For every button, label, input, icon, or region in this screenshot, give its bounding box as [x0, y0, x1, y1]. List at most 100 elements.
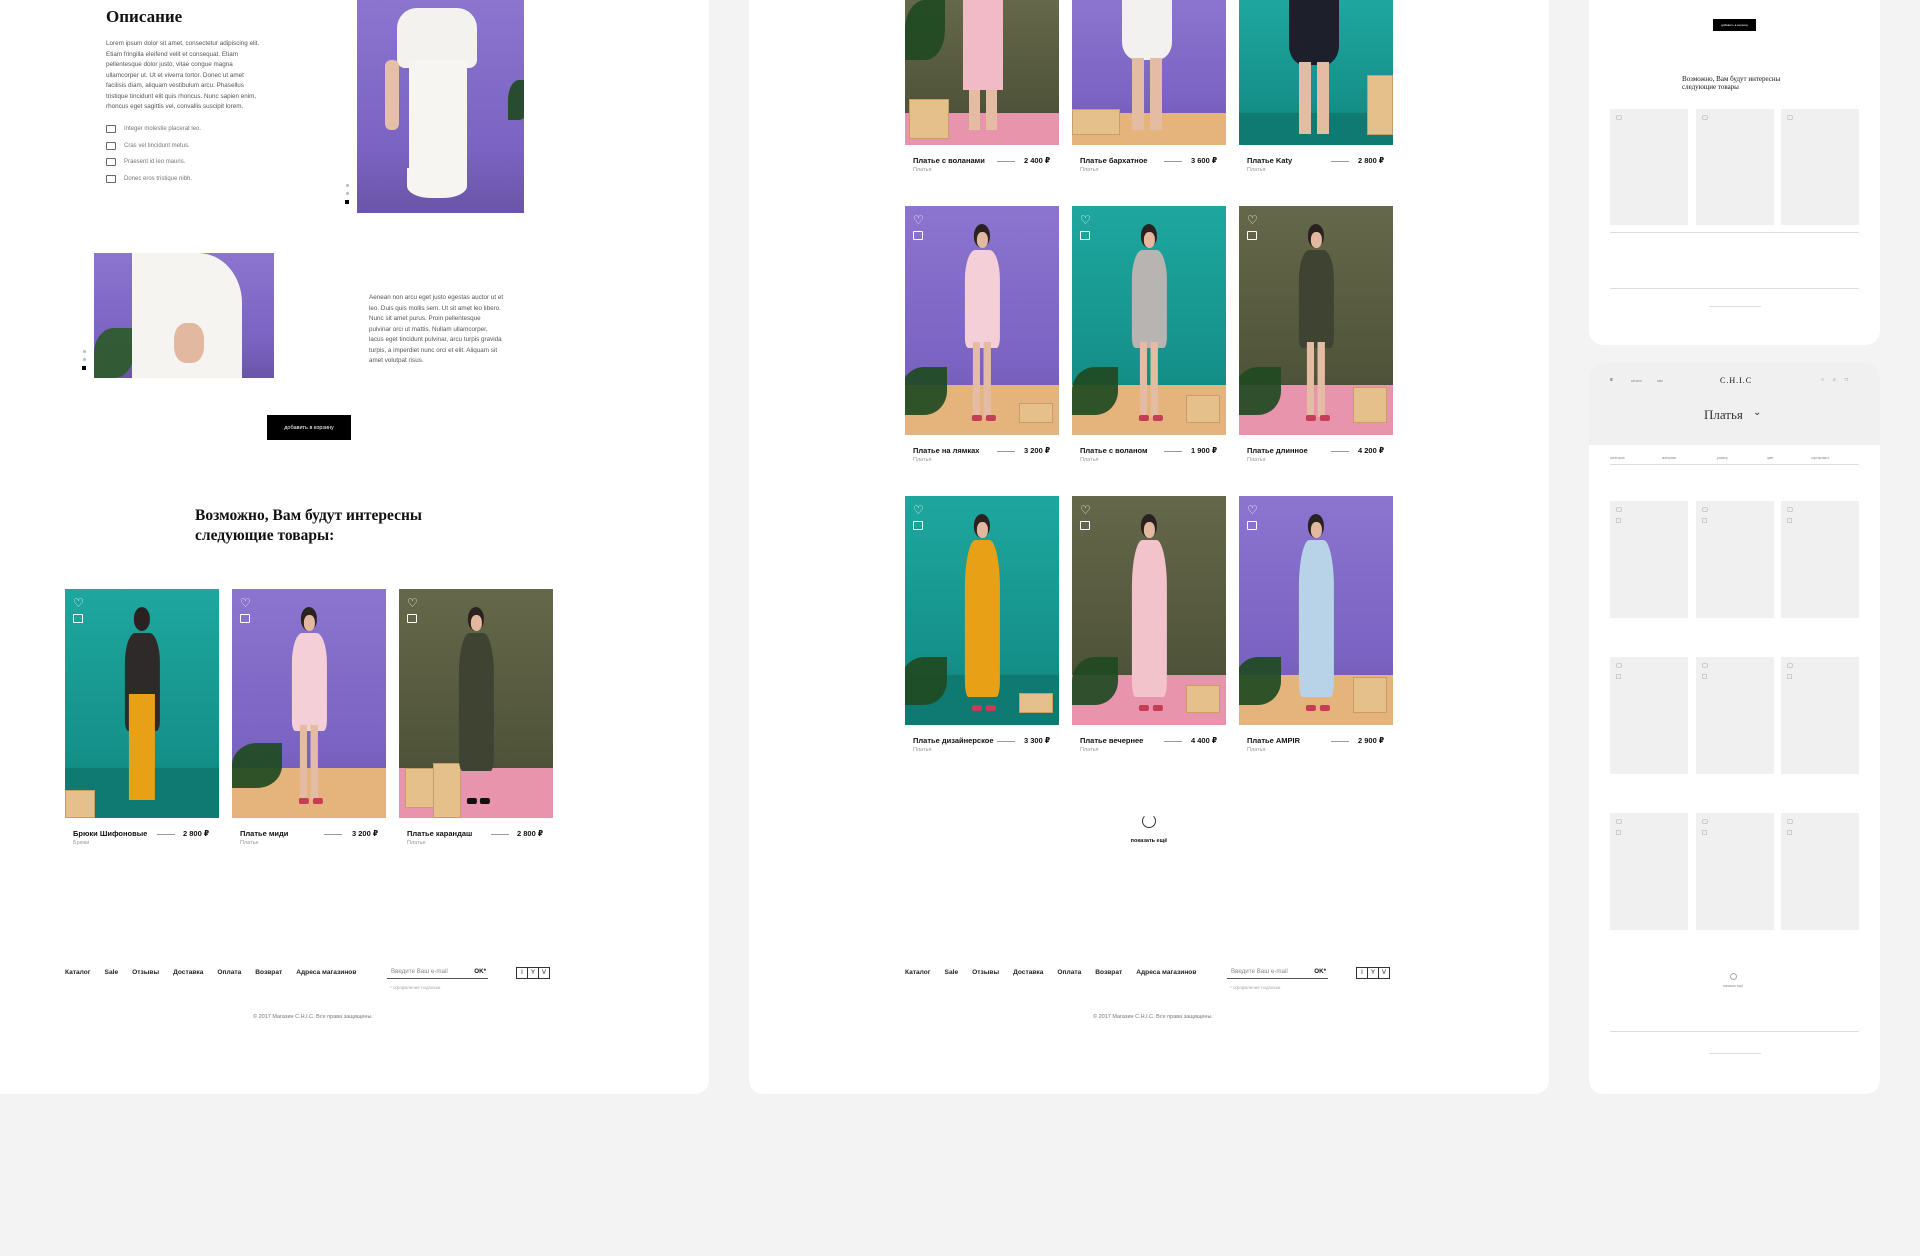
- catalog-product-photo[interactable]: ♡: [1072, 206, 1226, 435]
- footer-link[interactable]: Каталог: [905, 969, 931, 976]
- vk-icon[interactable]: V: [1378, 967, 1390, 979]
- bag-icon[interactable]: [1080, 231, 1090, 240]
- filter-label[interactable]: материал: [1662, 456, 1676, 460]
- chevron-down-icon[interactable]: ⌄: [1753, 407, 1761, 418]
- related-product-info[interactable]: Брюки Шифоновые Брюки: [73, 829, 147, 846]
- mockup-show-more[interactable]: показать ещё: [1723, 984, 1743, 988]
- heart-icon[interactable]: ♡: [913, 214, 927, 226]
- bag-icon[interactable]: [913, 521, 923, 530]
- gallery-dots[interactable]: [345, 184, 349, 204]
- placeholder-card[interactable]: [1696, 657, 1774, 774]
- related-product-info[interactable]: Платье миди Платье: [240, 829, 288, 846]
- related-product-photo[interactable]: ♡: [65, 589, 219, 818]
- catalog-product-photo[interactable]: [1072, 0, 1226, 145]
- loading-icon: [1142, 814, 1156, 828]
- wash-basin-icon: [106, 174, 116, 183]
- catalog-product-photo[interactable]: ♡: [905, 206, 1059, 435]
- filter-label[interactable]: размер: [1717, 456, 1728, 460]
- footer-link[interactable]: Отзывы: [132, 969, 159, 976]
- related-product-info[interactable]: Платье карандаш Платье: [407, 829, 472, 846]
- heart-icon[interactable]: ♡: [407, 597, 421, 609]
- product-info[interactable]: Платье длинное Платья: [1247, 446, 1308, 463]
- footer-link[interactable]: Доставка: [173, 969, 203, 976]
- filter-label[interactable]: сортировать: [1811, 456, 1829, 460]
- placeholder-card[interactable]: [1610, 657, 1688, 774]
- product-photo-main[interactable]: [357, 0, 524, 213]
- email-ok-button[interactable]: OK*: [1314, 968, 1326, 975]
- mockup-heading[interactable]: Платья: [1704, 407, 1743, 423]
- footer-link[interactable]: Оплата: [1057, 969, 1081, 976]
- placeholder-card[interactable]: [1781, 657, 1859, 774]
- product-photo-detail[interactable]: [94, 253, 274, 378]
- bag-icon[interactable]: [1247, 231, 1257, 240]
- catalog-product-photo[interactable]: [1239, 0, 1393, 145]
- brand-logo[interactable]: C.H.I.C: [1720, 376, 1752, 385]
- bag-icon[interactable]: [73, 614, 83, 623]
- filter-label[interactable]: категория: [1610, 456, 1625, 460]
- filter-label[interactable]: цвет: [1767, 456, 1774, 460]
- heart-icon[interactable]: ♡: [1080, 504, 1094, 516]
- placeholder-card[interactable]: [1781, 501, 1859, 618]
- copyright: © 2017 Магазин C.H.I.C. Все права защище…: [253, 1014, 373, 1020]
- product-price: 4 400 ₽: [1191, 736, 1218, 745]
- bag-icon[interactable]: [1247, 521, 1257, 530]
- email-field[interactable]: Введите Ваш e-mail OK*: [387, 968, 488, 979]
- product-category: Платья: [1247, 457, 1266, 463]
- related-product-photo[interactable]: ♡: [399, 589, 553, 818]
- detail-dots[interactable]: [82, 350, 86, 370]
- email-ok-button[interactable]: OK*: [474, 968, 486, 975]
- product-info[interactable]: Платье на лямках Платья: [913, 446, 979, 463]
- menu-icon[interactable]: ≡: [1610, 377, 1613, 383]
- show-more-button[interactable]: показать ещё: [1124, 838, 1174, 844]
- product-info[interactable]: Платье с воланами Платья: [913, 156, 985, 173]
- catalog-product-photo[interactable]: [905, 0, 1059, 145]
- product-info[interactable]: Платье бархатное Платья: [1080, 156, 1147, 173]
- footer-link[interactable]: Отзывы: [972, 969, 999, 976]
- catalog-product-photo[interactable]: ♡: [1239, 496, 1393, 725]
- placeholder-card[interactable]: [1696, 501, 1774, 618]
- footer-link[interactable]: Sale: [105, 969, 119, 976]
- bag-icon[interactable]: [1080, 521, 1090, 530]
- placeholder-card[interactable]: [1610, 813, 1688, 930]
- product-info[interactable]: Платье дизайнерское Платья: [913, 736, 994, 753]
- add-to-cart-button[interactable]: добавить в корзину: [267, 415, 351, 440]
- placeholder-card[interactable]: [1696, 813, 1774, 930]
- product-info[interactable]: Платье с воланом Платья: [1080, 446, 1148, 463]
- footer-link[interactable]: Возврат: [1095, 969, 1122, 976]
- footer-link[interactable]: Оплата: [217, 969, 241, 976]
- heart-icon[interactable]: ♡: [73, 597, 87, 609]
- footer-link[interactable]: Возврат: [255, 969, 282, 976]
- heart-icon[interactable]: ♡: [913, 504, 927, 516]
- vk-icon[interactable]: V: [538, 967, 550, 979]
- bag-icon[interactable]: [240, 614, 250, 623]
- catalog-product-photo[interactable]: ♡: [905, 496, 1059, 725]
- footer-link[interactable]: Адреса магазинов: [296, 969, 356, 976]
- heart-icon[interactable]: ♡: [1080, 214, 1094, 226]
- catalog-product-photo[interactable]: ♡: [1072, 496, 1226, 725]
- product-info[interactable]: Платье AMPIR Платья: [1247, 736, 1300, 753]
- bag-icon[interactable]: [407, 614, 417, 623]
- product-name: Платье AMPIR: [1247, 736, 1301, 745]
- product-info[interactable]: Платье Katy Платья: [1247, 156, 1292, 173]
- product-price: 2 900 ₽: [1358, 736, 1385, 745]
- heart-icon[interactable]: ♡: [1247, 214, 1261, 226]
- no-bleach-icon: [106, 141, 116, 150]
- footer-link[interactable]: Доставка: [1013, 969, 1043, 976]
- heart-icon[interactable]: ♡: [240, 597, 254, 609]
- mockup-menu-item[interactable]: sale: [1657, 379, 1663, 383]
- footer-link[interactable]: Адреса магазинов: [1136, 969, 1196, 976]
- header-icons[interactable]: ○⌕□: [1821, 377, 1857, 383]
- catalog-product-photo[interactable]: ♡: [1239, 206, 1393, 435]
- mockup-add-button[interactable]: добавить в корзину: [1713, 19, 1756, 31]
- related-product-photo[interactable]: ♡: [232, 589, 386, 818]
- footer-link[interactable]: Sale: [945, 969, 959, 976]
- heart-icon[interactable]: ♡: [1247, 504, 1261, 516]
- bag-icon[interactable]: [913, 231, 923, 240]
- care-features: Integer molestie placerat leo. Cras vel …: [106, 121, 266, 187]
- mockup-menu-item[interactable]: каталог: [1631, 379, 1642, 383]
- email-field[interactable]: Введите Ваш e-mail OK*: [1227, 968, 1328, 979]
- placeholder-card[interactable]: [1781, 813, 1859, 930]
- product-info[interactable]: Платье вечернее Платья: [1080, 736, 1143, 753]
- placeholder-card[interactable]: [1610, 501, 1688, 618]
- footer-link[interactable]: Каталог: [65, 969, 91, 976]
